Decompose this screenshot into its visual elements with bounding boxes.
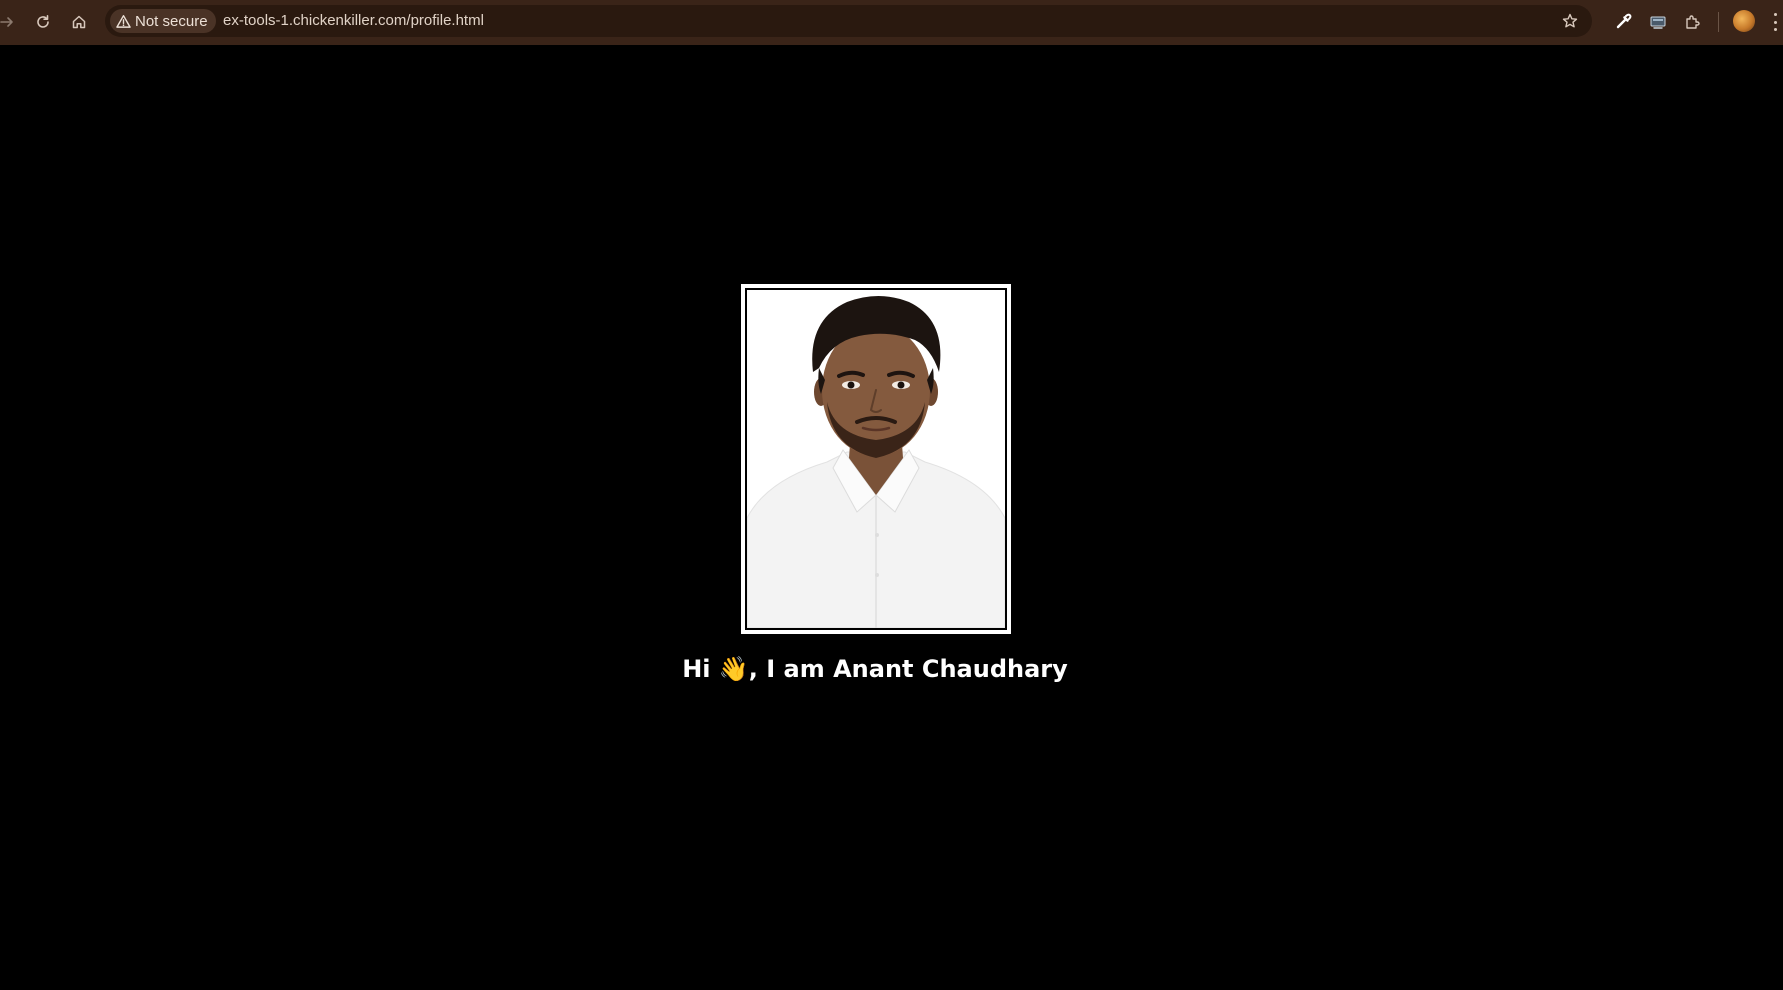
screen-extension-button[interactable] (1645, 9, 1671, 35)
url-text[interactable]: ex-tools-1.chickenkiller.com/profile.htm… (223, 12, 484, 29)
bookmark-button[interactable] (1560, 11, 1580, 31)
page-viewport: Hi 👋, I am Anant Chaudhary (0, 45, 1783, 990)
menu-dot-icon (1773, 20, 1777, 24)
warning-icon (116, 14, 131, 28)
profile-photo (745, 288, 1007, 630)
eyedropper-icon (1616, 13, 1632, 29)
monitor-icon (1650, 16, 1666, 29)
menu-dot-icon (1773, 28, 1777, 31)
arrow-right-icon (0, 17, 13, 27)
toolbar-divider (1718, 12, 1719, 32)
browser-menu-button[interactable] (1772, 13, 1778, 31)
security-label: Not secure (135, 12, 208, 30)
reload-button[interactable] (30, 9, 56, 35)
profile-avatar[interactable] (1733, 10, 1755, 32)
home-button[interactable] (66, 9, 92, 35)
forward-button[interactable] (0, 9, 20, 35)
browser-toolbar: Not secure ex-tools-1.chickenkiller.com/… (0, 0, 1783, 45)
home-icon (72, 15, 86, 29)
greeting-heading: Hi 👋, I am Anant Chaudhary (682, 655, 1068, 683)
puzzle-icon (1686, 15, 1700, 29)
menu-dot-icon (1773, 13, 1777, 16)
eyedropper-extension-button[interactable] (1610, 9, 1636, 35)
profile-photo-frame (741, 284, 1011, 634)
extensions-button[interactable] (1680, 9, 1706, 35)
star-icon (1562, 13, 1578, 28)
reload-icon (37, 15, 49, 28)
security-indicator[interactable]: Not secure (110, 9, 216, 33)
person-portrait-image (747, 290, 1005, 628)
address-bar[interactable]: Not secure ex-tools-1.chickenkiller.com/… (105, 5, 1592, 37)
